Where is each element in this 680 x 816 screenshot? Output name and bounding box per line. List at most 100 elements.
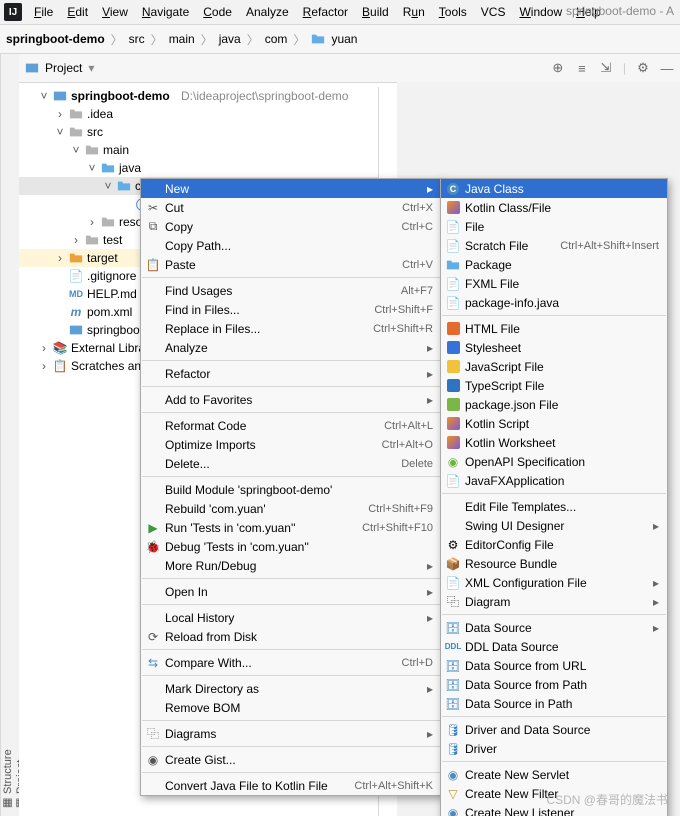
menu-analyze[interactable]: Analyze: [240, 3, 295, 21]
pkginfo-icon: 📄: [445, 295, 461, 311]
ctx-reformat[interactable]: Reformat CodeCtrl+Alt+L: [141, 416, 441, 435]
new-javaclass[interactable]: CJava Class: [441, 179, 667, 198]
ctx-paste[interactable]: 📋PasteCtrl+V: [141, 255, 441, 274]
ctx-copy[interactable]: ⧉CopyCtrl+C: [141, 217, 441, 236]
new-rbundle[interactable]: 📦Resource Bundle: [441, 554, 667, 573]
project-title[interactable]: Project: [45, 61, 82, 75]
collapse-all-icon[interactable]: ⇲: [599, 61, 613, 75]
new-drvds[interactable]: 🛢Driver and Data Source: [441, 720, 667, 739]
tree-root[interactable]: ˅springboot-demo D:\ideaproject\springbo…: [19, 87, 378, 105]
new-pkgjson[interactable]: package.json File: [441, 395, 667, 414]
ctx-buildmod[interactable]: Build Module 'springboot-demo': [141, 480, 441, 499]
new-stylesheet[interactable]: Stylesheet: [441, 338, 667, 357]
crumb-root[interactable]: springboot-demo: [6, 32, 105, 46]
new-ts[interactable]: TypeScript File: [441, 376, 667, 395]
ds-icon: 🗄: [445, 620, 461, 636]
new-scratch[interactable]: 📄Scratch FileCtrl+Alt+Shift+Insert: [441, 236, 667, 255]
ctx-creategist[interactable]: ◉Create Gist...: [141, 750, 441, 769]
new-kscript[interactable]: Kotlin Script: [441, 414, 667, 433]
crumb-main[interactable]: main: [169, 32, 195, 46]
new-package[interactable]: Package: [441, 255, 667, 274]
tree-idea[interactable]: ›.idea: [19, 105, 378, 123]
stripe-structure[interactable]: ▦ Structure: [1, 84, 14, 810]
listener-icon: ◉: [445, 805, 461, 816]
tree-java[interactable]: ˅java: [19, 159, 378, 177]
crumb-src[interactable]: src: [129, 32, 145, 46]
ctx-rebuild[interactable]: Rebuild 'com.yuan'Ctrl+Shift+F9: [141, 499, 441, 518]
new-js[interactable]: JavaScript File: [441, 357, 667, 376]
new-edittmpl[interactable]: Edit File Templates...: [441, 497, 667, 516]
ctx-convert[interactable]: Convert Java File to Kotlin FileCtrl+Alt…: [141, 776, 441, 795]
ctx-markdir[interactable]: Mark Directory as▸: [141, 679, 441, 698]
menu-navigate[interactable]: Navigate: [136, 3, 195, 21]
ctx-compare[interactable]: ⇆Compare With...Ctrl+D: [141, 653, 441, 672]
new-ddl[interactable]: DDLDDL Data Source: [441, 637, 667, 656]
ctx-findinfiles[interactable]: Find in Files...Ctrl+Shift+F: [141, 300, 441, 319]
ctx-runtests[interactable]: ▶Run 'Tests in 'com.yuan''Ctrl+Shift+F10: [141, 518, 441, 537]
ctx-analyze[interactable]: Analyze▸: [141, 338, 441, 357]
window-title: springboot-demo - A: [566, 4, 674, 18]
ctx-addfav[interactable]: Add to Favorites▸: [141, 390, 441, 409]
menu-window[interactable]: Window: [513, 3, 568, 21]
ctx-reload[interactable]: ⟳Reload from Disk: [141, 627, 441, 646]
menu-file[interactable]: File: [28, 3, 59, 21]
new-datasource[interactable]: 🗄Data Source▸: [441, 618, 667, 637]
ctx-debugtests[interactable]: 🐞Debug 'Tests in 'com.yuan'': [141, 537, 441, 556]
ctx-diagrams[interactable]: ⿻Diagrams▸: [141, 724, 441, 743]
css-icon: [445, 340, 461, 356]
menu-code[interactable]: Code: [197, 3, 238, 21]
new-openapi[interactable]: ◉OpenAPI Specification: [441, 452, 667, 471]
crumb-yuan[interactable]: yuan: [331, 32, 357, 46]
new-dsinpath[interactable]: 🗄Data Source in Path: [441, 694, 667, 713]
ctx-cut[interactable]: ✂CutCtrl+X: [141, 198, 441, 217]
crumb-com[interactable]: com: [265, 32, 288, 46]
new-swing[interactable]: Swing UI Designer▸: [441, 516, 667, 535]
new-editorconfig[interactable]: ⚙EditorConfig File: [441, 535, 667, 554]
new-pkginfo[interactable]: 📄package-info.java: [441, 293, 667, 312]
hide-icon[interactable]: —: [660, 61, 674, 75]
ctx-openin[interactable]: Open In▸: [141, 582, 441, 601]
new-dsurl[interactable]: 🗄Data Source from URL: [441, 656, 667, 675]
new-html[interactable]: HTML File: [441, 319, 667, 338]
tree-main[interactable]: ˅main: [19, 141, 378, 159]
driver-icon: 🛢: [445, 741, 461, 757]
ctx-optimize[interactable]: Optimize ImportsCtrl+Alt+O: [141, 435, 441, 454]
ctx-refactor[interactable]: Refactor▸: [141, 364, 441, 383]
watermark: CSDN @春哥的魔法书: [546, 791, 668, 808]
new-kotlinclass[interactable]: Kotlin Class/File: [441, 198, 667, 217]
new-file[interactable]: 📄File: [441, 217, 667, 236]
dsinpath-icon: 🗄: [445, 696, 461, 712]
ctx-copypath[interactable]: Copy Path...: [141, 236, 441, 255]
new-diagram[interactable]: ⿻Diagram▸: [441, 592, 667, 611]
ctx-localhist[interactable]: Local History▸: [141, 608, 441, 627]
file-icon: 📄: [445, 219, 461, 235]
tree-src[interactable]: ˅src: [19, 123, 378, 141]
new-driver[interactable]: 🛢Driver: [441, 739, 667, 758]
xml-icon: 📄: [445, 575, 461, 591]
ctx-morerun[interactable]: More Run/Debug▸: [141, 556, 441, 575]
copy-icon: ⧉: [145, 219, 161, 235]
ctx-delete[interactable]: Delete...Delete: [141, 454, 441, 473]
crumb-java[interactable]: java: [219, 32, 241, 46]
ts-icon: [445, 378, 461, 394]
new-jfx[interactable]: 📄JavaFXApplication: [441, 471, 667, 490]
menu-tools[interactable]: Tools: [433, 3, 473, 21]
menu-refactor[interactable]: Refactor: [297, 3, 354, 21]
menu-vcs[interactable]: VCS: [475, 3, 512, 21]
menu-view[interactable]: View: [96, 3, 134, 21]
ctx-removebom[interactable]: Remove BOM: [141, 698, 441, 717]
new-kwork[interactable]: Kotlin Worksheet: [441, 433, 667, 452]
ctx-new[interactable]: New▸: [141, 179, 441, 198]
menu-edit[interactable]: Edit: [61, 3, 94, 21]
gear-icon[interactable]: ⚙: [636, 61, 650, 75]
menu-build[interactable]: Build: [356, 3, 395, 21]
locate-icon[interactable]: ⊕: [551, 61, 565, 75]
new-dspath[interactable]: 🗄Data Source from Path: [441, 675, 667, 694]
ctx-replaceinfiles[interactable]: Replace in Files...Ctrl+Shift+R: [141, 319, 441, 338]
expand-all-icon[interactable]: ≡: [575, 61, 589, 75]
ctx-findusages[interactable]: Find UsagesAlt+F7: [141, 281, 441, 300]
menu-run[interactable]: Run: [397, 3, 431, 21]
new-xmlcfg[interactable]: 📄XML Configuration File▸: [441, 573, 667, 592]
new-servlet[interactable]: ◉Create New Servlet: [441, 765, 667, 784]
new-fxml[interactable]: 📄FXML File: [441, 274, 667, 293]
